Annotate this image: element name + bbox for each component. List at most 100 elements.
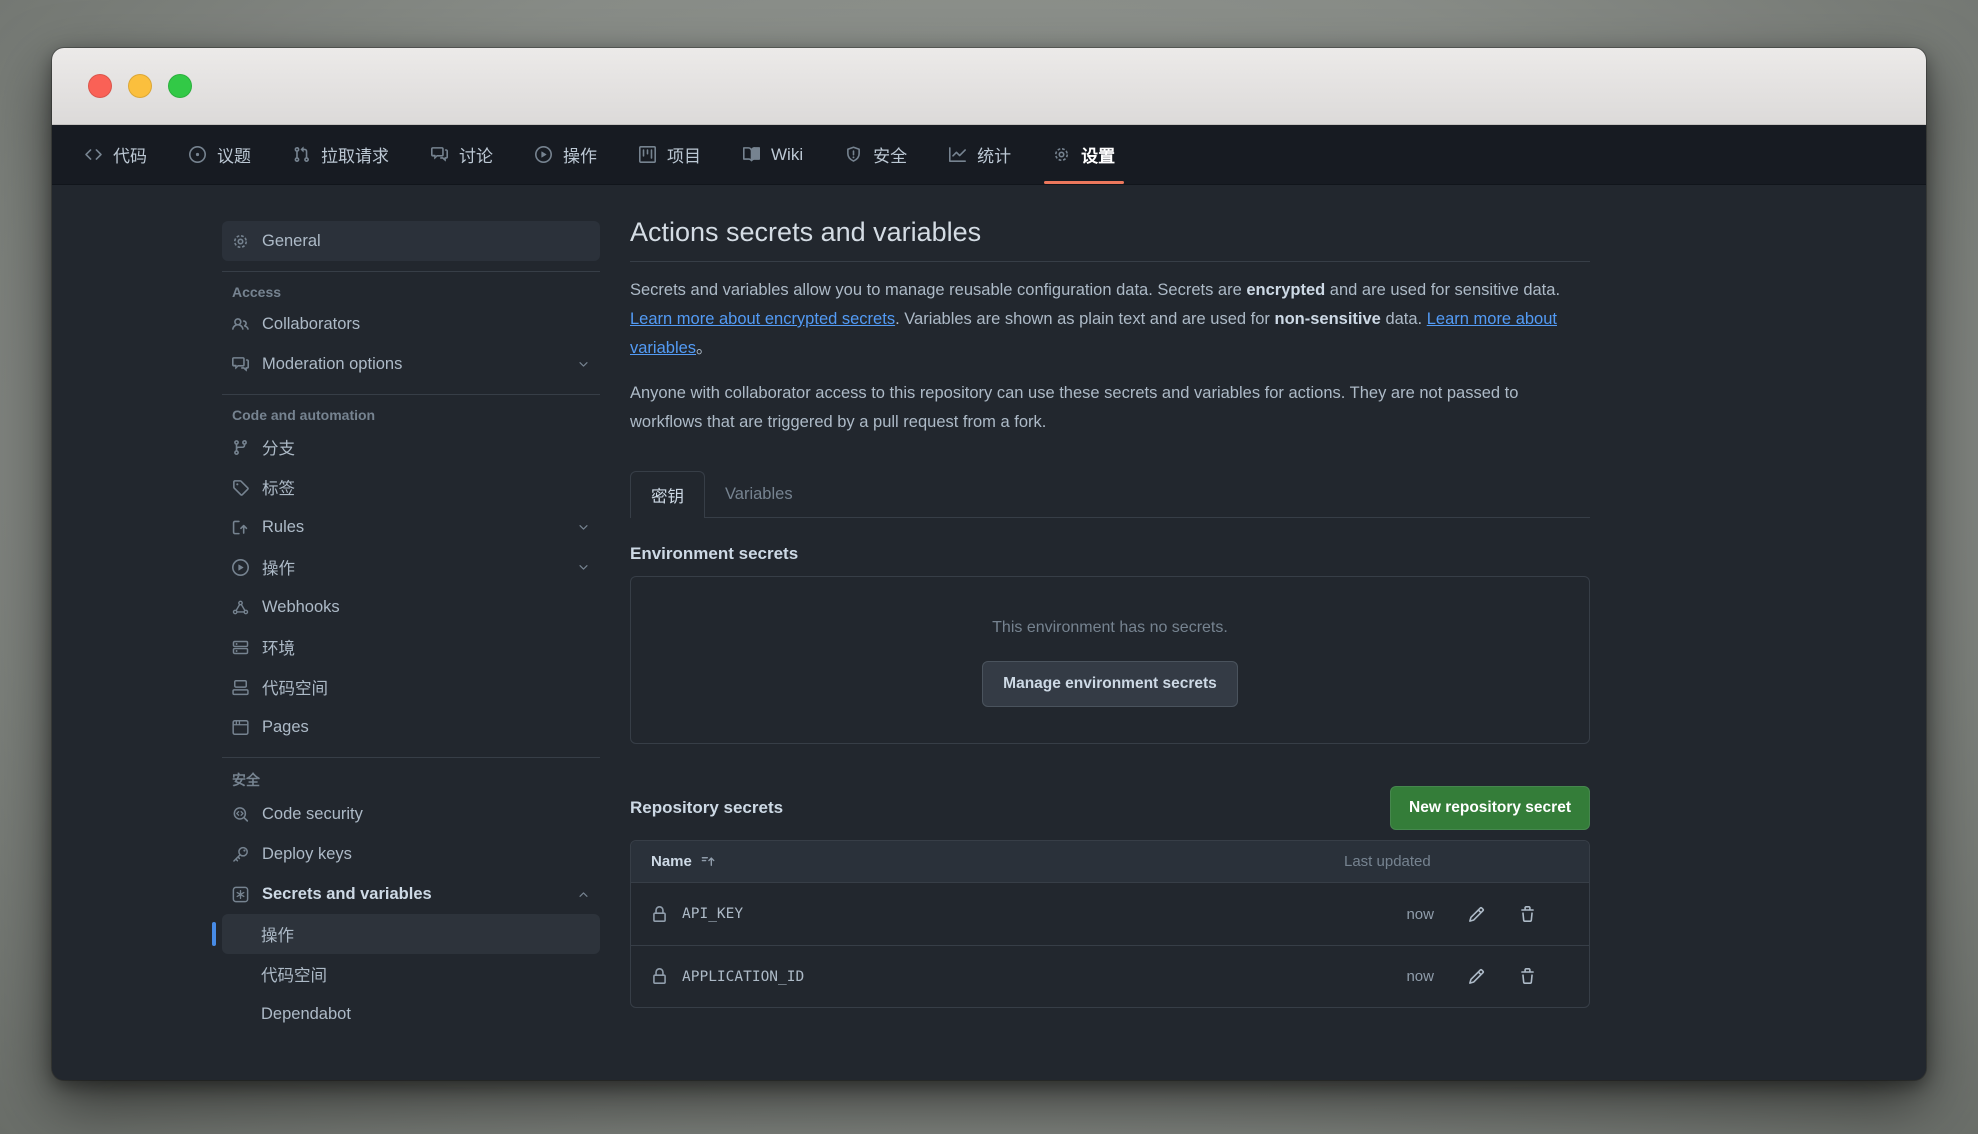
sidebar-item-label: Deploy keys (262, 845, 352, 864)
nav-tab-issues[interactable]: 议题 (168, 125, 272, 184)
inline-link[interactable]: Learn more about encrypted secrets (630, 310, 895, 328)
sidebar-item-secrets-and-variables[interactable]: Secrets and variables (222, 874, 600, 914)
codespaces-icon (232, 679, 249, 696)
secret-name-cell: APPLICATION_ID (651, 968, 1344, 985)
sidebar-item-actions[interactable]: 操作 (222, 547, 600, 587)
bold-text: encrypted (1246, 281, 1325, 299)
delete-secret-button[interactable] (1519, 906, 1536, 923)
nav-tab-actions[interactable]: 操作 (514, 125, 618, 184)
sidebar-item-codespaces[interactable]: 代码空间 (222, 667, 600, 707)
column-last-updated: Last updated (1344, 853, 1569, 870)
nav-tab-wiki[interactable]: Wiki (722, 125, 824, 184)
webhook-icon (232, 599, 249, 616)
last-updated-value: now (1344, 906, 1434, 923)
sidebar-item-general[interactable]: General (222, 221, 600, 261)
sidebar-item-collaborators[interactable]: Collaborators (222, 304, 600, 344)
secret-name: APPLICATION_ID (682, 969, 804, 985)
sidebar-item-label: Moderation options (262, 355, 402, 374)
intro-paragraph: Secrets and variables allow you to manag… (630, 276, 1590, 363)
sidebar-item-secrets-actions[interactable]: 操作 (222, 914, 600, 954)
sidebar-item-label: 代码空间 (261, 962, 327, 986)
secret-row: API_KEY now (631, 883, 1589, 945)
sidebar-section-title: Access (232, 284, 600, 300)
nav-tab-discussions[interactable]: 讨论 (410, 125, 514, 184)
new-repository-secret-button[interactable]: New repository secret (1390, 786, 1590, 830)
repository-secrets-table: Name Last updated API_KEYnowAPPLICATION_… (630, 840, 1590, 1008)
sidebar-item-label: Pages (262, 718, 309, 737)
sidebar-item-code-security[interactable]: Code security (222, 794, 600, 834)
sidebar-item-label: 操作 (261, 922, 294, 946)
sidebar-item-secrets-dependabot[interactable]: Dependabot (222, 994, 600, 1034)
nav-tab-code[interactable]: 代码 (64, 125, 168, 184)
nav-tab-pull-requests[interactable]: 拉取请求 (272, 125, 410, 184)
main-content: Actions secrets and variables Secrets an… (630, 185, 1590, 1080)
text-segment: data. (1381, 310, 1427, 328)
close-button[interactable] (88, 74, 112, 98)
edit-secret-button[interactable] (1468, 968, 1485, 985)
nav-tab-projects[interactable]: 项目 (618, 125, 722, 184)
sidebar-item-label: 代码空间 (262, 675, 328, 699)
tab-variables[interactable]: Variables (705, 471, 813, 517)
sidebar-item-secrets-codespaces[interactable]: 代码空间 (222, 954, 600, 994)
sidebar-item-tags[interactable]: 标签 (222, 467, 600, 507)
nav-tab-settings[interactable]: 设置 (1032, 125, 1136, 184)
environment-secrets-box: This environment has no secrets. Manage … (630, 576, 1590, 744)
nav-tab-label: 操作 (563, 142, 597, 167)
zoom-button[interactable] (168, 74, 192, 98)
lock-icon (651, 968, 668, 985)
asterisk-icon (232, 886, 249, 903)
environment-secrets-heading: Environment secrets (630, 544, 1590, 564)
sidebar-divider (222, 394, 600, 395)
play-icon (535, 146, 552, 163)
row-actions: now (1344, 968, 1569, 985)
play-icon (232, 559, 249, 576)
nav-tab-security[interactable]: 安全 (824, 125, 928, 184)
sidebar-item-branches[interactable]: 分支 (222, 427, 600, 467)
secret-row: APPLICATION_ID now (631, 945, 1589, 1007)
table-header: Name Last updated (631, 841, 1589, 883)
sidebar-item-label: 分支 (262, 435, 295, 459)
column-name[interactable]: Name (651, 853, 1344, 870)
sidebar-item-pages[interactable]: Pages (222, 707, 600, 747)
sidebar-item-webhooks[interactable]: Webhooks (222, 587, 600, 627)
secret-name: API_KEY (682, 906, 743, 922)
sidebar-item-label: Secrets and variables (262, 885, 432, 904)
nav-tab-label: 拉取请求 (321, 142, 389, 167)
sidebar-divider (222, 271, 600, 272)
key-icon (232, 846, 249, 863)
code-icon (85, 146, 102, 163)
browser-icon (232, 719, 249, 736)
sidebar-item-label: 环境 (262, 635, 295, 659)
nav-tab-label: 项目 (667, 142, 701, 167)
sidebar-item-environments[interactable]: 环境 (222, 627, 600, 667)
gear-icon (232, 233, 249, 250)
sidebar-item-label: Dependabot (261, 1005, 351, 1024)
issue-icon (189, 146, 206, 163)
people-icon (232, 316, 249, 333)
codescan-icon (232, 806, 249, 823)
sidebar-item-label: 标签 (262, 475, 295, 499)
row-actions: now (1344, 906, 1569, 923)
text-segment: 。 (696, 339, 713, 357)
tab-secrets[interactable]: 密钥 (630, 471, 705, 518)
sidebar-item-moderation-options[interactable]: Moderation options (222, 344, 600, 384)
repository-secrets-header: Repository secrets New repository secret (630, 786, 1590, 830)
nav-tab-insights[interactable]: 统计 (928, 125, 1032, 184)
text-segment: and are used for sensitive data. (1325, 281, 1560, 299)
shield-icon (845, 146, 862, 163)
sidebar-item-rules[interactable]: Rules (222, 507, 600, 547)
manage-environment-secrets-button[interactable]: Manage environment secrets (982, 661, 1238, 707)
minimize-button[interactable] (128, 74, 152, 98)
nav-tab-label: Wiki (771, 145, 803, 165)
sidebar-item-label: Rules (262, 518, 304, 537)
secret-name-cell: API_KEY (651, 906, 1344, 923)
sort-ascending-icon[interactable] (701, 854, 716, 869)
edit-secret-button[interactable] (1468, 906, 1485, 923)
settings-sidebar: General Access Collaborators Moderation opt… (52, 185, 600, 1080)
pull-request-icon (293, 146, 310, 163)
sidebar-section-title: 安全 (232, 770, 600, 790)
nav-tab-label: 议题 (217, 142, 251, 167)
delete-secret-button[interactable] (1519, 968, 1536, 985)
lock-icon (651, 906, 668, 923)
sidebar-item-deploy-keys[interactable]: Deploy keys (222, 834, 600, 874)
